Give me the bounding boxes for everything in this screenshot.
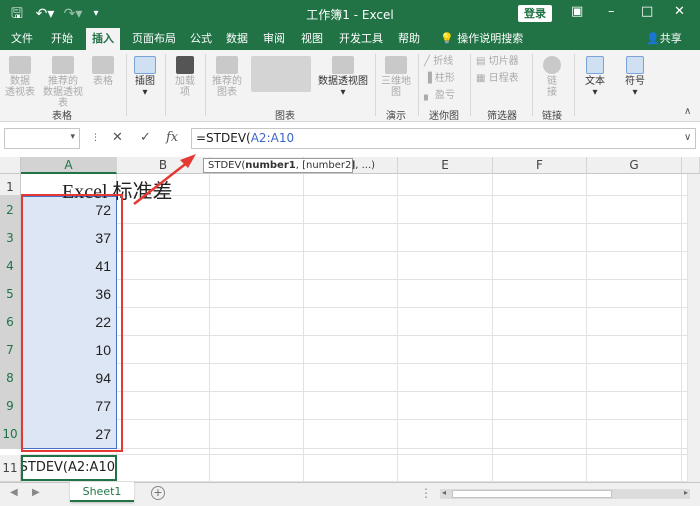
scroll-left-icon[interactable]: ◂ [442,488,446,497]
annotation-arrow [133,154,196,205]
scroll-right-icon[interactable]: ▸ [684,488,688,497]
horizontal-scrollbar[interactable]: ◂ ▸ [440,488,690,499]
sheet-tab-sheet1[interactable]: Sheet1 [70,482,134,502]
tab-split-handle[interactable]: ⋮ [420,486,432,500]
arrow-line [133,161,189,205]
sheet-tab-bar: ◀ ▶ Sheet1 + ⋮ ◂ ▸ [0,482,700,506]
prev-sheet-icon[interactable]: ◀ [10,487,18,498]
add-sheet-button[interactable]: + [151,486,165,500]
horizontal-scroll-thumb[interactable] [452,490,612,498]
next-sheet-icon[interactable]: ▶ [32,487,40,498]
